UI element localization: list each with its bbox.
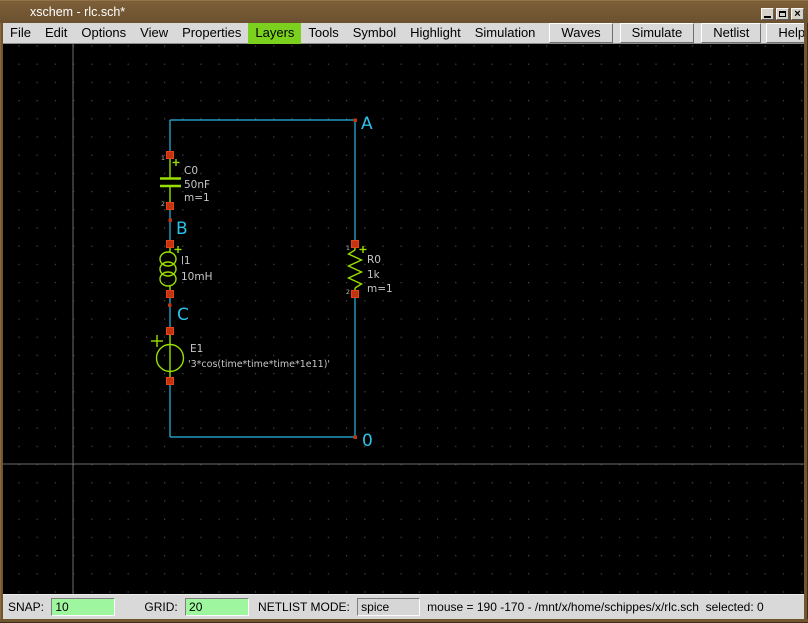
window-border-left [0, 23, 3, 623]
node-label-c[interactable]: C [177, 305, 189, 325]
component-value: 1k [367, 269, 381, 281]
close-icon: × [794, 9, 800, 19]
status-bar: SNAP: GRID: NETLIST MODE: mouse = 190 -1… [3, 594, 804, 619]
menu-edit[interactable]: Edit [38, 23, 74, 44]
window-title: xschem - rlc.sch* [30, 1, 125, 23]
node-label-a[interactable]: A [361, 114, 373, 134]
netlist-button[interactable]: Netlist [701, 23, 761, 43]
menu-tools[interactable]: Tools [301, 23, 345, 44]
grid-input[interactable] [185, 598, 249, 616]
window-border-bottom [0, 619, 808, 623]
menu-view[interactable]: View [133, 23, 175, 44]
menu-highlight[interactable]: Highlight [403, 23, 468, 44]
close-button[interactable]: × [791, 8, 804, 20]
component-ref: R0 [367, 254, 381, 266]
schematic-canvas[interactable]: 1 2 C0 50nF m=1 l1 10mH E1 '3*cos(time*t… [3, 44, 804, 594]
maximize-button[interactable] [776, 8, 789, 20]
component-mult: m=1 [184, 192, 210, 204]
window-border-right [804, 23, 808, 623]
help-button[interactable]: Help [766, 23, 808, 43]
component-mult: m=1 [367, 283, 393, 295]
waves-button[interactable]: Waves [549, 23, 612, 43]
menu-layers[interactable]: Layers [248, 23, 301, 44]
pin-number: 1 [346, 244, 350, 252]
menu-file[interactable]: File [3, 23, 38, 44]
menu-action-buttons: Waves Simulate Netlist Help [542, 23, 808, 44]
node-label-0[interactable]: 0 [362, 431, 373, 451]
snap-input[interactable] [51, 598, 115, 616]
component-value: 10mH [181, 271, 213, 283]
grid-label: GRID: [144, 600, 181, 614]
netlist-mode-input[interactable] [357, 598, 420, 616]
menu-symbol[interactable]: Symbol [346, 23, 403, 44]
grid-dots [3, 44, 804, 594]
title-bar[interactable]: xschem - rlc.sch* × [0, 0, 808, 23]
menu-options[interactable]: Options [74, 23, 133, 44]
component-ref: l1 [181, 255, 191, 267]
simulate-button[interactable]: Simulate [620, 23, 695, 43]
component-value: 50nF [184, 179, 210, 191]
pin-number: 1 [161, 154, 165, 162]
snap-label: SNAP: [8, 600, 47, 614]
menu-bar: File Edit Options View Properties Layers… [3, 23, 804, 44]
netlist-mode-label: NETLIST MODE: [258, 600, 353, 614]
window-controls: × [761, 8, 804, 20]
menu-simulation[interactable]: Simulation [468, 23, 543, 44]
menu-properties[interactable]: Properties [175, 23, 248, 44]
pin-number: 2 [161, 200, 165, 208]
maximize-icon [779, 11, 786, 17]
node-label-b[interactable]: B [176, 219, 188, 239]
component-value: '3*cos(time*time*time*1e11)' [188, 359, 330, 370]
minimize-button[interactable] [761, 8, 774, 20]
component-ref: C0 [184, 165, 198, 177]
component-ref: E1 [190, 343, 203, 355]
schematic-drawing: 1 2 C0 50nF m=1 l1 10mH E1 '3*cos(time*t… [3, 44, 804, 594]
mouse-status-text: mouse = 190 -170 - /mnt/x/home/schippes/… [427, 600, 764, 614]
pin-number: 2 [346, 288, 350, 296]
minimize-icon [764, 16, 771, 18]
